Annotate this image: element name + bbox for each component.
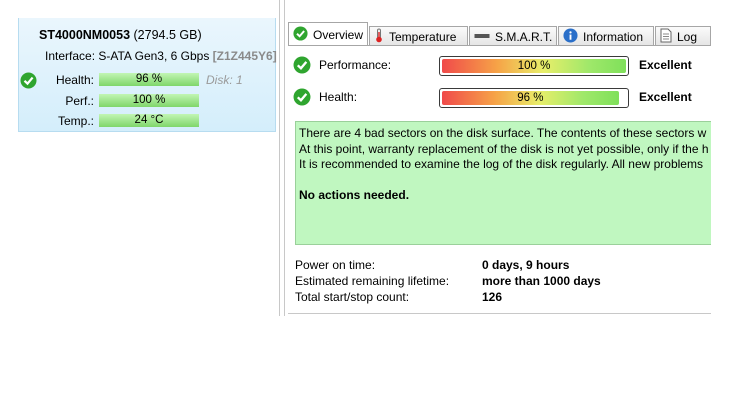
tab-overview[interactable]: Overview xyxy=(288,22,368,46)
mini-perf-row: Perf.: 100 % xyxy=(19,94,277,108)
tab-temperature[interactable]: Temperature xyxy=(369,26,468,46)
performance-label: Performance: xyxy=(319,58,392,72)
performance-bar: 100 % xyxy=(439,56,629,76)
disk-number: Disk: 1 xyxy=(206,73,243,87)
tab-strip-border xyxy=(288,45,711,46)
disk-capacity: (2794.5 GB) xyxy=(133,28,202,42)
stat-remaining-lifetime: Estimated remaining lifetime: more than … xyxy=(295,274,715,290)
mini-health-bar: 96 % xyxy=(99,73,199,86)
disk-panel[interactable]: ST4000NM0053 (2794.5 GB) Interface: S-AT… xyxy=(18,18,277,132)
health-label: Health: xyxy=(319,90,358,104)
tab-overview-label: Overview xyxy=(313,27,364,42)
check-icon xyxy=(293,25,308,44)
mini-perf-bar: 100 % xyxy=(99,94,199,107)
status-message-box: There are 4 bad sectors on the disk surf… xyxy=(295,121,715,245)
mini-temp-row: Temp.: 24 °C xyxy=(19,114,277,128)
tab-information[interactable]: Information xyxy=(558,26,654,46)
stat-label: Power on time: xyxy=(295,258,376,272)
info-icon xyxy=(563,27,578,46)
mini-temp-bar: 24 °C xyxy=(99,114,199,127)
viewport-edge xyxy=(711,0,731,411)
stat-label: Total start/stop count: xyxy=(295,290,410,304)
message-line: There are 4 bad sectors on the disk surf… xyxy=(299,126,707,140)
message-line: It is recommended to examine the log of … xyxy=(299,157,703,171)
panel-divider-inner xyxy=(284,0,285,316)
performance-bar-fill: 100 % xyxy=(442,59,626,73)
tab-temperature-label: Temperature xyxy=(389,29,457,44)
performance-row: Performance: 100 % Excellent xyxy=(293,56,713,77)
document-icon xyxy=(660,28,672,46)
message-conclusion: No actions needed. xyxy=(299,187,410,202)
performance-rating: Excellent xyxy=(639,58,692,72)
health-row: Health: 96 % Excellent xyxy=(293,88,713,109)
thermometer-icon xyxy=(374,28,384,46)
check-icon xyxy=(293,56,311,77)
tab-smart[interactable]: S.M.A.R.T. xyxy=(469,26,557,46)
check-icon xyxy=(20,72,37,92)
disk-interface-line: Interface: S-ATA Gen3, 6 Gbps [Z1Z445Y6] xyxy=(45,49,277,63)
tab-bar: Overview Temperature S.M.A.R.T. Informat… xyxy=(288,22,711,46)
disk-model: ST4000NM0053 xyxy=(39,28,131,42)
interface-label: Interface: xyxy=(45,49,96,63)
interface-value: S-ATA Gen3, 6 Gbps xyxy=(98,49,210,63)
drive-icon xyxy=(474,30,490,44)
stat-power-on-time: Power on time: 0 days, 9 hours xyxy=(295,258,715,274)
stat-value: more than 1000 days xyxy=(482,274,601,288)
panel-divider[interactable] xyxy=(279,0,280,316)
tab-log[interactable]: Log xyxy=(655,26,711,46)
tab-log-label: Log xyxy=(677,29,698,44)
disk-title: ST4000NM0053 (2794.5 GB) xyxy=(39,28,202,42)
stat-label: Estimated remaining lifetime: xyxy=(295,274,450,288)
health-bar-fill: 96 % xyxy=(442,91,619,105)
mini-health-label: Health: xyxy=(55,73,94,87)
check-icon xyxy=(293,88,311,109)
message-line: At this point, warranty replacement of t… xyxy=(299,141,709,156)
stat-value: 0 days, 9 hours xyxy=(482,258,570,272)
bottom-divider xyxy=(288,313,711,314)
disk-serial: [Z1Z445Y6] xyxy=(212,49,277,63)
stat-value: 126 xyxy=(482,290,503,304)
mini-temp-label: Temp.: xyxy=(57,114,94,128)
mini-perf-label: Perf.: xyxy=(65,94,94,108)
mini-health-row: Health: 96 % Disk: 1 xyxy=(19,72,277,89)
stat-start-stop-count: Total start/stop count: 126 xyxy=(295,290,715,306)
health-rating: Excellent xyxy=(639,90,692,104)
tab-information-label: Information xyxy=(583,29,644,44)
tab-smart-label: S.M.A.R.T. xyxy=(495,29,553,44)
health-bar: 96 % xyxy=(439,88,629,108)
